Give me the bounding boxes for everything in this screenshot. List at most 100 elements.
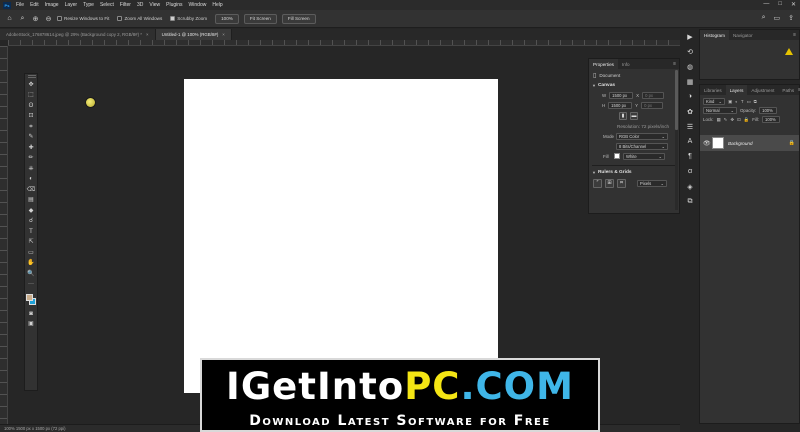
bit-depth-select[interactable]: 8 Bits/Channel ⌄ — [616, 142, 668, 150]
color-mode-select[interactable]: RGB Color ⌄ — [616, 132, 668, 140]
ruler-units-select[interactable]: Pixels ⌄ — [637, 179, 667, 187]
menu-view[interactable]: View — [149, 2, 160, 8]
portrait-orientation-icon[interactable]: ▮ — [619, 112, 627, 120]
layer-fill-field[interactable]: 100% — [762, 116, 781, 123]
screen-mode-icon[interactable]: ▣ — [26, 321, 36, 329]
type-tool-icon[interactable]: T — [26, 228, 36, 236]
marquee-tool-icon[interactable]: ⬚ — [26, 92, 36, 100]
edit-toolbar-icon[interactable]: ··· — [26, 281, 36, 289]
menu-file[interactable]: File — [16, 2, 24, 8]
photoshop-logo-icon[interactable]: Ps — [3, 1, 11, 9]
visibility-eye-icon[interactable]: 👁 — [703, 140, 711, 147]
channels-icon[interactable]: ⧉ — [686, 197, 695, 206]
share-icon[interactable]: ⇪ — [788, 14, 794, 22]
close-icon[interactable]: ✕ — [791, 1, 796, 8]
quick-mask-icon[interactable]: ◙ — [26, 310, 36, 318]
height-field[interactable]: 1500 px — [608, 101, 633, 109]
tab-untitled-1[interactable]: Untitled-1 @ 100% (RGB/8#) × — [155, 29, 232, 40]
menu-image[interactable]: Image — [45, 2, 59, 8]
filter-shape-icon[interactable]: ▭ — [747, 99, 751, 105]
width-field[interactable]: 1500 px — [609, 91, 634, 99]
layer-lock-icon[interactable]: 🔒 — [789, 140, 795, 146]
y-field[interactable]: 0 px — [641, 101, 664, 109]
filter-pixel-icon[interactable]: ▣ — [728, 99, 732, 105]
menu-select[interactable]: Select — [100, 2, 114, 8]
x-field[interactable]: 0 px — [642, 91, 665, 99]
landscape-orientation-icon[interactable]: ▬ — [630, 112, 638, 120]
layer-name[interactable]: Background — [728, 141, 753, 146]
zoom-all-windows-checkbox[interactable]: Zoom All Windows — [117, 16, 162, 21]
play-icon[interactable]: ▶ — [686, 32, 695, 41]
lock-transparent-icon[interactable]: ▦ — [717, 117, 721, 123]
zoom-tool-icon[interactable]: 🔍 — [26, 270, 36, 278]
fill-select[interactable]: White ⌄ — [623, 152, 665, 160]
gradient-tool-icon[interactable]: ▤ — [26, 197, 36, 205]
hand-tool-icon[interactable]: ✋ — [26, 260, 36, 268]
menu-type[interactable]: Type — [83, 2, 94, 8]
menu-window[interactable]: Window — [189, 2, 207, 8]
rectangle-tool-icon[interactable]: ▭ — [26, 249, 36, 257]
blend-mode-select[interactable]: Normal ⌄ — [703, 107, 737, 114]
eyedropper-tool-icon[interactable]: ✎ — [26, 134, 36, 142]
tab-paths[interactable]: Paths — [778, 85, 798, 95]
swatches-icon[interactable]: ▦ — [686, 77, 695, 86]
rulers-grids-section-header[interactable]: ▼ Rulers & Grids — [589, 168, 679, 177]
tab-navigator[interactable]: Navigator — [729, 30, 757, 40]
character-icon[interactable]: A — [686, 137, 695, 146]
guides-icon[interactable]: ⌗ — [617, 178, 626, 188]
menu-help[interactable]: Help — [212, 2, 222, 8]
adjustments-icon[interactable]: ◑ — [686, 92, 695, 101]
filter-smart-icon[interactable]: ⧉ — [754, 99, 757, 104]
menu-3d[interactable]: 3D — [137, 2, 143, 8]
zoom-level-field[interactable]: 100% — [215, 13, 239, 24]
filter-adjustment-icon[interactable]: ◐ — [735, 99, 738, 104]
zoom-in-icon[interactable]: ⊕ — [31, 14, 40, 23]
scroll-thumb[interactable] — [675, 70, 678, 130]
filter-type-icon[interactable]: T — [741, 99, 744, 104]
crop-tool-icon[interactable]: ⌗ — [26, 123, 36, 131]
opacity-field[interactable]: 100% — [759, 107, 778, 114]
menu-plugins[interactable]: Plugins — [166, 2, 182, 8]
lasso-tool-icon[interactable]: ʘ — [26, 102, 36, 110]
lock-all-icon[interactable]: 🔒 — [744, 117, 749, 123]
move-tool-icon[interactable]: ✥ — [26, 81, 36, 89]
warning-icon[interactable] — [785, 48, 793, 55]
menu-filter[interactable]: Filter — [120, 2, 131, 8]
canvas-section-header[interactable]: ▼ Canvas — [589, 81, 679, 90]
menu-edit[interactable]: Edit — [30, 2, 39, 8]
layer-comps-icon[interactable]: ◈ — [686, 182, 695, 191]
panel-menu-icon[interactable]: ≡ — [673, 61, 679, 67]
maximize-icon[interactable]: □ — [778, 1, 782, 8]
tab-histogram[interactable]: Histogram — [700, 30, 729, 40]
color-swatches[interactable] — [25, 293, 37, 307]
zoom-out-icon[interactable]: ⊖ — [44, 14, 53, 23]
tab-properties[interactable]: Properties — [589, 59, 618, 69]
resize-windows-checkbox[interactable]: Resize Windows to Fit — [57, 16, 109, 21]
clone-stamp-tool-icon[interactable]: ⎈ — [26, 165, 36, 173]
lock-artboard-icon[interactable]: ⊡ — [737, 117, 741, 123]
toolbar-grip-handle[interactable] — [28, 75, 36, 78]
history-icon[interactable]: ⟲ — [686, 47, 695, 56]
properties-scrollbar[interactable] — [675, 70, 678, 210]
close-tab-icon[interactable]: × — [222, 32, 225, 37]
brush-tool-icon[interactable]: ✏ — [26, 155, 36, 163]
tab-adjustment[interactable]: Adjustment — [747, 85, 778, 95]
workspace-icon[interactable]: ▭ — [774, 14, 781, 22]
brush-settings-icon[interactable]: ✿ — [686, 107, 695, 116]
glyphs-icon[interactable]: ꭤ — [686, 167, 695, 176]
blur-tool-icon[interactable]: ◆ — [26, 207, 36, 215]
properties-icon[interactable]: ☰ — [686, 122, 695, 131]
grid-icon[interactable]: ⊞ — [605, 178, 614, 188]
lock-position-icon[interactable]: ✥ — [730, 117, 734, 123]
path-selection-tool-icon[interactable]: ⇱ — [26, 239, 36, 247]
panel-menu-icon[interactable]: ≡ — [793, 32, 799, 38]
color-icon[interactable]: ◍ — [686, 62, 695, 71]
foreground-color-swatch[interactable] — [26, 294, 33, 301]
healing-brush-tool-icon[interactable]: ✚ — [26, 144, 36, 152]
search-icon[interactable]: ⌕ — [762, 14, 766, 22]
tab-libraries[interactable]: Libraries — [700, 85, 726, 95]
layer-row-background[interactable]: 👁 Background 🔒 — [700, 135, 799, 151]
scrubby-zoom-checkbox[interactable]: Scrubby Zoom — [170, 16, 207, 21]
minimize-icon[interactable]: — — [763, 1, 769, 8]
fill-color-swatch[interactable] — [614, 153, 620, 159]
